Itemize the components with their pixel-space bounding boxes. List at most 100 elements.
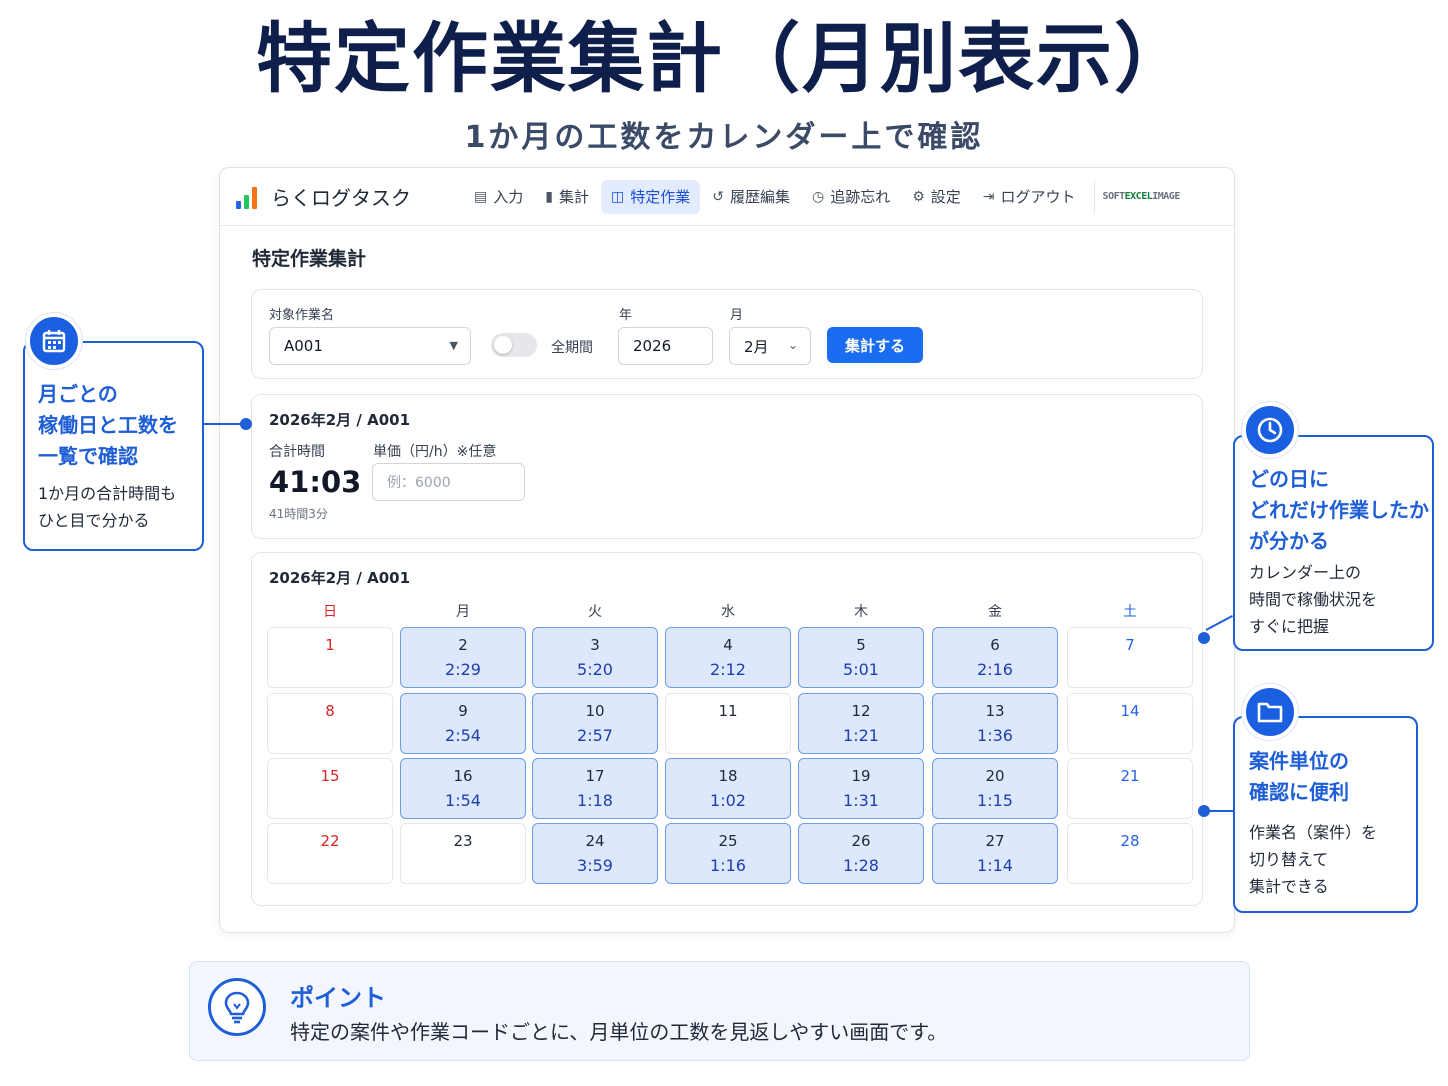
- aggregate-button[interactable]: 集計する: [827, 327, 923, 363]
- calendar-day-cell[interactable]: 9 2:54: [400, 693, 526, 754]
- day-hours: 5:20: [577, 660, 613, 679]
- calendar-icon: [26, 313, 82, 369]
- day-hours: 1:14: [977, 856, 1013, 875]
- calendar-day-cell[interactable]: 19 1:31: [798, 758, 924, 819]
- day-number: 10: [585, 702, 605, 720]
- calendar-day-cell[interactable]: 17 1:18: [532, 758, 658, 819]
- callout-monthly-overview: 月ごとの 稼働日と工数を 一覧で確認 1か月の合計時間も ひと目で分かる: [23, 341, 204, 551]
- day-number: 15: [320, 767, 340, 785]
- nav-label: 集計: [558, 188, 589, 206]
- day-hours: 1:36: [977, 726, 1013, 745]
- summary-caption: 2026年2月 / A001: [269, 411, 411, 429]
- day-number: 14: [1120, 702, 1140, 720]
- calendar-day-cell[interactable]: 21: [1067, 758, 1193, 819]
- day-number: 13: [985, 702, 1005, 720]
- day-hours: 1:02: [710, 791, 746, 810]
- callout-connector: [1206, 810, 1235, 812]
- year-input[interactable]: 2026: [618, 327, 713, 365]
- callout-body: カレンダー上の 時間で稼働状況を すぐに把握: [1249, 563, 1378, 636]
- calendar-day-cell[interactable]: 6 2:16: [932, 627, 1058, 688]
- calendar-day-cell[interactable]: 14: [1067, 693, 1193, 754]
- callout-body: 作業名（案件）を 切り替えて 集計できる: [1249, 823, 1378, 896]
- calendar-day-cell[interactable]: 18 1:02: [665, 758, 791, 819]
- nav-history-edit[interactable]: ↺ 履歴編集: [702, 180, 800, 214]
- calendar-day-cell[interactable]: 1: [267, 627, 393, 688]
- all-period-toggle[interactable]: [491, 333, 537, 357]
- calendar-day-cell[interactable]: 8: [267, 693, 393, 754]
- book-icon: ◫: [610, 188, 625, 205]
- day-number: 22: [320, 832, 340, 850]
- weekday-header: 日: [323, 604, 337, 620]
- day-number: 17: [585, 767, 605, 785]
- calendar-day-cell[interactable]: 15: [267, 758, 393, 819]
- callout-daily-hours: どの日に どれだけ作業したか が分かる カレンダー上の 時間で稼働状況を すぐに把握: [1233, 435, 1434, 651]
- calendar-day-cell[interactable]: 2 2:29: [400, 627, 526, 688]
- calendar-day-cell[interactable]: 26 1:28: [798, 823, 924, 884]
- calendar-day-cell[interactable]: 28: [1067, 823, 1193, 884]
- calendar-day-cell[interactable]: 23: [400, 823, 526, 884]
- calendar-day-cell[interactable]: 11: [665, 693, 791, 754]
- nav-missed-tracking[interactable]: ◷ 追跡忘れ: [802, 180, 900, 214]
- point-box: ポイント 特定の案件や作業コードごとに、月単位の工数を見返しやすい画面です。: [189, 961, 1250, 1061]
- calendar-day-cell[interactable]: 27 1:14: [932, 823, 1058, 884]
- day-hours: 2:54: [445, 726, 481, 745]
- year-value: 2026: [633, 337, 672, 355]
- nav-divider: [1093, 179, 1095, 214]
- nav-label: 設定: [930, 188, 961, 206]
- day-number: 6: [990, 636, 1000, 654]
- callout-heading: 案件単位の 確認に便利: [1249, 749, 1349, 804]
- calendar-day-cell[interactable]: 5 5:01: [798, 627, 924, 688]
- hero-title: 特定作業集計（月別表示）: [256, 14, 1192, 103]
- calendar-day-cell[interactable]: 7: [1067, 627, 1193, 688]
- calendar-day-cell[interactable]: 4 2:12: [665, 627, 791, 688]
- brand[interactable]: らくログタスク: [236, 182, 454, 211]
- day-number: 3: [590, 636, 600, 654]
- callout-dot: [1198, 632, 1210, 644]
- year-label: 年: [619, 308, 633, 323]
- calendar-day-cell[interactable]: 10 2:57: [532, 693, 658, 754]
- day-number: 25: [718, 832, 738, 850]
- toggle-knob: [494, 336, 512, 354]
- nav-label: 特定作業: [630, 188, 691, 206]
- calendar-day-cell[interactable]: 25 1:16: [665, 823, 791, 884]
- price-input[interactable]: 例：6000: [372, 463, 525, 501]
- day-hours: 2:57: [577, 726, 613, 745]
- price-label: 単価（円/h）※任意: [373, 444, 497, 460]
- day-number: 16: [453, 767, 473, 785]
- day-hours: 1:54: [445, 791, 481, 810]
- calendar-day-cell[interactable]: 20 1:15: [932, 758, 1058, 819]
- day-number: 18: [718, 767, 738, 785]
- day-number: 19: [851, 767, 871, 785]
- callout-body: 1か月の合計時間も ひと目で分かる: [38, 484, 177, 530]
- day-hours: 1:15: [977, 791, 1013, 810]
- total-value: 41:03: [269, 465, 362, 499]
- logout-icon: ⇥: [982, 188, 995, 205]
- calendar-day-cell[interactable]: 3 5:20: [532, 627, 658, 688]
- weekday-header: 月: [456, 604, 470, 620]
- callout-heading: どの日に どれだけ作業したか が分かる: [1249, 467, 1429, 553]
- nav-specific-task[interactable]: ◫ 特定作業: [600, 179, 701, 214]
- nav-settings[interactable]: ⚙ 設定: [902, 180, 971, 214]
- calendar-day-cell[interactable]: 13 1:36: [932, 693, 1058, 754]
- month-select-value: 2月: [744, 337, 769, 356]
- nav-logout[interactable]: ⇥ ログアウト: [973, 180, 1086, 214]
- lightbulb-icon: [208, 978, 266, 1036]
- history-icon: ↺: [712, 188, 724, 205]
- month-select[interactable]: 2月 ⌄: [729, 327, 811, 365]
- main-nav: ▤ 入力 ▮ 集計 ◫ 特定作業 ↺ 履歴編集 ◷ 追跡忘れ ⚙ 設定 ⇥ ログアウト SOF…: [464, 179, 1180, 214]
- all-period-label: 全期間: [551, 340, 593, 356]
- weekday-header: 土: [1123, 604, 1137, 620]
- calendar-day-cell[interactable]: 24 3:59: [532, 823, 658, 884]
- calendar-day-cell[interactable]: 22: [267, 823, 393, 884]
- task-select[interactable]: A001 ▼: [269, 327, 471, 365]
- calendar-day-cell[interactable]: 16 1:54: [400, 758, 526, 819]
- weekday-header: 水: [721, 604, 735, 620]
- calendar-panel: 2026年2月 / A001 日月火水木金土 1 2 2:29 3 5:20 4 2:12 5 5…: [251, 552, 1203, 906]
- nav-summary[interactable]: ▮ 集計: [535, 180, 599, 214]
- weekday-header: 火: [588, 604, 602, 620]
- nav-input[interactable]: ▤ 入力: [464, 180, 533, 214]
- day-hours: 2:12: [710, 660, 746, 679]
- nav-label: 入力: [493, 188, 524, 206]
- callout-dot: [240, 418, 252, 430]
- calendar-day-cell[interactable]: 12 1:21: [798, 693, 924, 754]
